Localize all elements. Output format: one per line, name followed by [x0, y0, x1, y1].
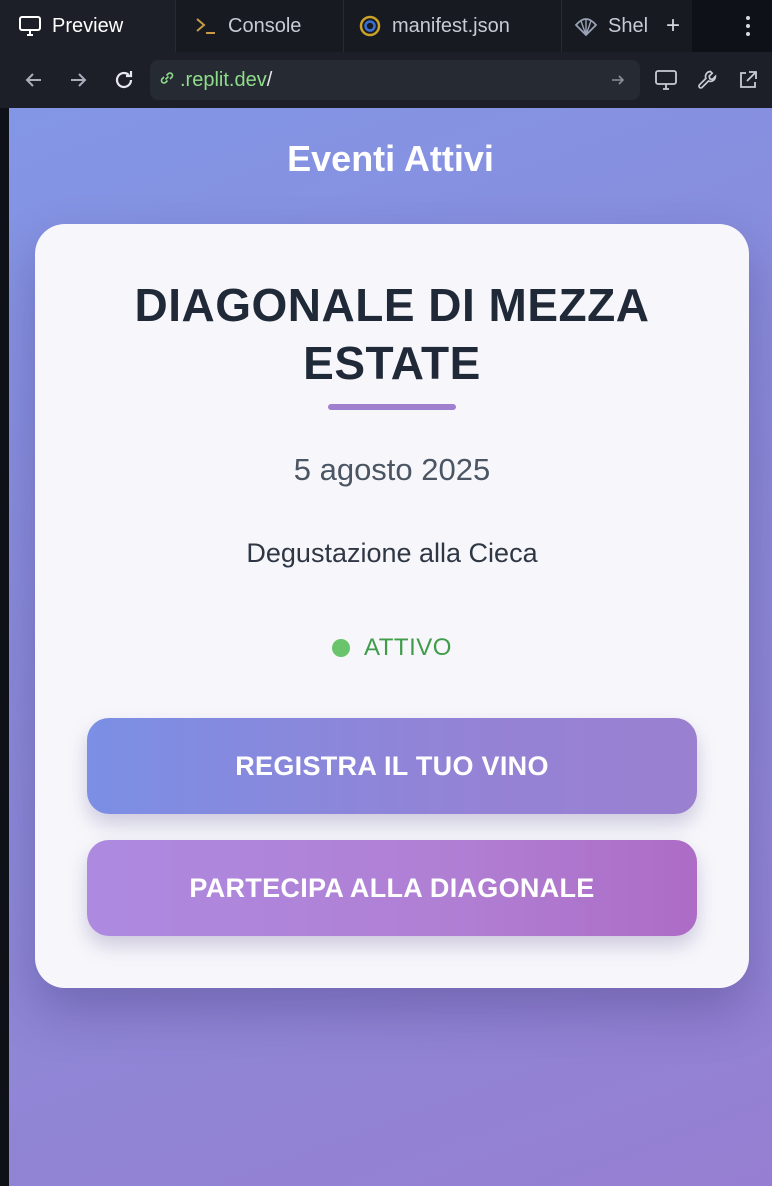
tab-label: Console [228, 14, 302, 37]
url-toolbar: .replit.dev / [0, 52, 772, 108]
add-tab-button[interactable]: + [660, 12, 686, 40]
status-badge: ATTIVO [35, 634, 749, 662]
forward-arrow-icon[interactable] [64, 66, 92, 94]
tab-label: Preview [52, 14, 124, 37]
terminal-prompt-icon [194, 15, 218, 37]
device-preview-icon[interactable] [652, 66, 680, 94]
join-diagonal-button[interactable]: PARTECIPA ALLA DIAGONALE [87, 840, 697, 936]
monitor-icon [18, 15, 42, 37]
event-title: DIAGONALE DI MEZZA ESTATE [134, 279, 650, 389]
back-arrow-icon[interactable] [20, 66, 48, 94]
json-file-icon [358, 14, 382, 38]
tab-label: manifest.json [392, 14, 510, 37]
preview-viewport: Eventi Attivi DIAGONALE DI MEZZA ESTATE … [9, 108, 772, 1186]
tab-console[interactable]: Console [176, 0, 344, 52]
tab-bar: Preview Console manifest.json Shel + [0, 0, 772, 52]
reload-icon[interactable] [110, 66, 138, 94]
replit-window: Preview Console manifest.json Shel + .re… [0, 0, 772, 1186]
status-text: ATTIVO [364, 634, 452, 661]
event-type: Degustazione alla Cieca [246, 538, 538, 568]
tab-manifest[interactable]: manifest.json [344, 0, 562, 52]
go-arrow-icon[interactable] [608, 70, 628, 90]
shell-icon [574, 15, 598, 37]
status-dot-icon [332, 639, 351, 657]
link-icon [158, 69, 176, 92]
register-wine-button[interactable]: REGISTRA IL TUO VINO [87, 718, 697, 814]
url-path: / [266, 68, 273, 91]
event-card: DIAGONALE DI MEZZA ESTATE 5 agosto 2025 … [35, 224, 749, 988]
url-domain: .replit.dev [180, 68, 267, 91]
tab-label: Shel [608, 14, 649, 37]
url-field[interactable]: .replit.dev / [150, 60, 640, 100]
page-heading: Eventi Attivi [287, 138, 494, 179]
more-options-icon[interactable] [736, 12, 760, 40]
tab-preview[interactable]: Preview [0, 0, 176, 52]
wrench-icon[interactable] [694, 66, 722, 94]
event-date: 5 agosto 2025 [293, 452, 491, 487]
open-external-icon[interactable] [734, 66, 762, 94]
title-underline [328, 404, 456, 410]
